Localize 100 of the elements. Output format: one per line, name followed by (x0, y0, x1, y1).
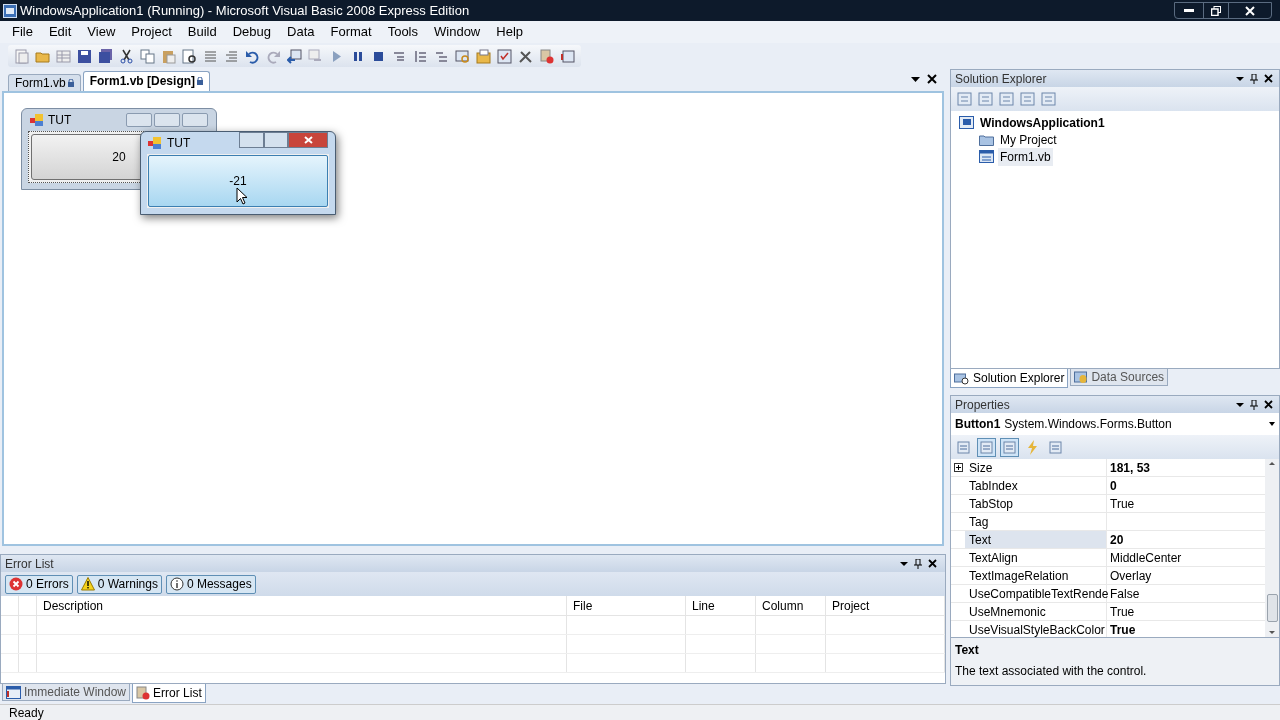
document-tab[interactable]: Form1.vb [Design] (82, 70, 211, 91)
property-name[interactable]: Tag (965, 513, 1107, 530)
form-icon (148, 136, 162, 149)
form-icon (979, 150, 994, 163)
menu-item[interactable]: Help (490, 22, 529, 42)
column-header[interactable]: Column (756, 596, 826, 616)
property-name[interactable]: TabStop (965, 495, 1107, 512)
menu-item[interactable]: Window (428, 22, 487, 42)
menu-item[interactable]: Format (324, 22, 378, 42)
status-text: Ready (9, 704, 44, 720)
close-icon[interactable] (928, 559, 937, 569)
close-icon (1245, 5, 1255, 16)
filter-button[interactable]: 0 Warnings (76, 574, 162, 594)
scroll-thumb[interactable] (1266, 594, 1278, 622)
column-header[interactable]: Project (826, 596, 945, 616)
restore-button[interactable] (1203, 3, 1229, 18)
property-name[interactable]: Text (965, 531, 1107, 548)
property-value[interactable]: True (1110, 602, 1135, 621)
property-name[interactable]: TextAlign (965, 549, 1107, 566)
object-selector[interactable]: Button1 System.Windows.Forms.Button (951, 413, 1279, 435)
scroll-down-icon[interactable] (1269, 631, 1275, 634)
description-text: The text associated with the control. (955, 663, 1148, 680)
column-header[interactable]: File (567, 596, 686, 616)
dropdown-icon[interactable] (1236, 76, 1244, 81)
close-icon (303, 135, 313, 144)
save-all-icon[interactable] (98, 48, 113, 64)
filter-button[interactable]: 0 Messages (165, 574, 256, 594)
menu-item[interactable]: View (81, 22, 122, 42)
panel-tab[interactable]: Error List (132, 684, 206, 704)
restore-icon (1211, 5, 1221, 16)
pin-icon[interactable] (1250, 73, 1258, 84)
pin-icon[interactable] (914, 558, 922, 569)
expand-icon[interactable] (953, 463, 963, 472)
window-icon (6, 685, 21, 699)
close-button[interactable] (288, 131, 328, 148)
menu-item[interactable]: Debug (226, 22, 277, 42)
panel-title: Solution Explorer (955, 70, 1047, 88)
property-value[interactable]: True (1110, 494, 1135, 513)
panel-title: Properties (955, 396, 1010, 414)
warning-icon (80, 577, 95, 592)
property-name[interactable]: TextImageRelation (965, 567, 1107, 584)
window-button[interactable]: -21 (148, 154, 328, 207)
tree-item[interactable]: My Project (998, 130, 1059, 149)
error-clipboard-icon[interactable] (539, 48, 554, 64)
magnifier-icon (954, 371, 970, 385)
close-icon[interactable] (1264, 400, 1273, 409)
document-tab[interactable]: Form1.vb (8, 73, 81, 91)
folder-window-icon[interactable] (476, 48, 491, 64)
lock-icon (197, 77, 204, 86)
tree-item[interactable]: Form1.vb (998, 147, 1053, 166)
property-name[interactable]: UseMnemonic (965, 603, 1107, 620)
property-value[interactable]: False (1110, 584, 1140, 603)
maximize-button (154, 112, 180, 127)
error-clipboard-icon (136, 686, 151, 701)
property-value[interactable]: MiddleCenter (1110, 548, 1182, 567)
property-value[interactable]: True (1110, 620, 1136, 637)
menu-item[interactable]: Project (125, 22, 178, 42)
panel-tab[interactable]: Solution Explorer (950, 369, 1069, 388)
save-icon[interactable] (77, 48, 92, 64)
undo-icon[interactable] (245, 48, 260, 64)
panel-tab[interactable]: Immediate Window (2, 684, 131, 702)
property-name[interactable]: TabIndex (965, 477, 1107, 494)
property-name[interactable]: UseCompatibleTextRende (965, 585, 1107, 602)
scrollbar[interactable] (1265, 459, 1279, 637)
window-search-icon[interactable] (455, 48, 470, 64)
menu-item[interactable]: Build (181, 22, 223, 42)
property-value[interactable]: 0 (1110, 476, 1117, 495)
column-header[interactable]: Line (686, 596, 756, 616)
description-title: Text (955, 642, 980, 659)
dropdown-icon[interactable] (911, 77, 920, 82)
menu-item[interactable]: Tools (381, 22, 424, 42)
property-value[interactable]: 20 (1110, 530, 1124, 549)
filter-button[interactable]: 0 Errors (5, 574, 73, 594)
property-value[interactable]: 181, 53 (1110, 459, 1151, 477)
solution-icon (959, 116, 974, 129)
dropdown-icon[interactable] (900, 561, 908, 566)
cut-icon[interactable] (119, 48, 134, 64)
tree-item[interactable]: WindowsApplication1 (978, 113, 1107, 132)
menu-item[interactable]: Data (281, 22, 321, 42)
property-name[interactable]: Size (965, 459, 1107, 476)
property-value[interactable]: Overlay (1110, 566, 1152, 585)
menu-item[interactable]: Edit (42, 22, 78, 42)
minimize-icon (1184, 8, 1194, 13)
navigate-icon[interactable] (287, 48, 302, 64)
checklist-icon[interactable] (497, 48, 512, 64)
panel-tab[interactable]: Data Sources (1070, 369, 1169, 386)
close-icon[interactable] (927, 74, 937, 84)
maximize-button[interactable] (264, 131, 288, 148)
close-icon[interactable] (1264, 74, 1273, 83)
minimize-button (126, 112, 152, 127)
dropdown-icon[interactable] (1236, 402, 1244, 407)
menu-item[interactable]: File (6, 22, 39, 42)
database-icon (1074, 370, 1089, 384)
project-icon (979, 133, 994, 146)
pin-icon[interactable] (1250, 399, 1258, 410)
window-title: WindowsApplication1 (Running) - Microsoft Visual Basic 2008 Express Edition (20, 1, 470, 20)
app-icon (3, 3, 17, 18)
scroll-up-icon[interactable] (1269, 462, 1275, 465)
column-header[interactable]: Description (37, 596, 567, 616)
alphabetical-icon[interactable] (978, 438, 995, 456)
